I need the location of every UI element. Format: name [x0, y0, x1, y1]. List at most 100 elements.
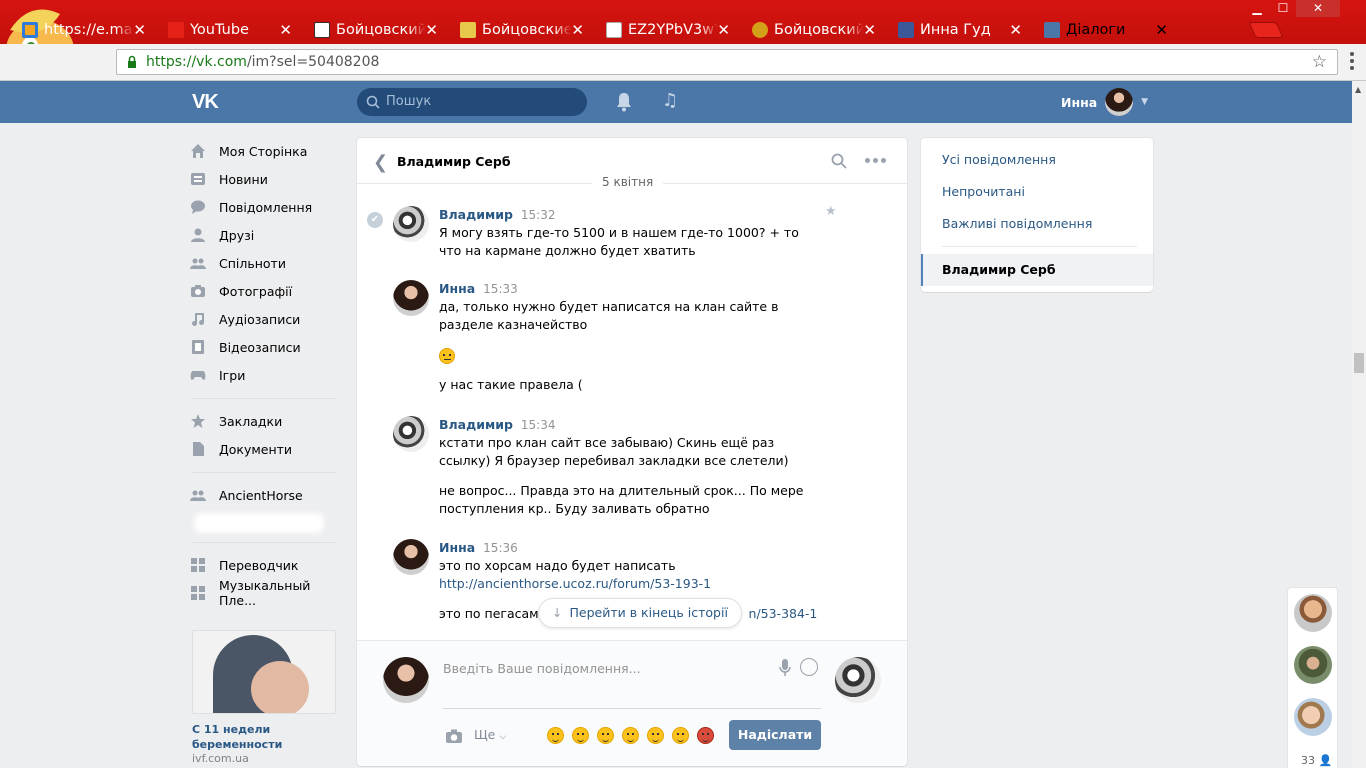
bookmark-star-icon[interactable]: ☆ — [1312, 52, 1327, 72]
avatar[interactable] — [383, 657, 429, 703]
sidebar-item-documents[interactable]: Документи — [190, 435, 340, 463]
read-check-icon[interactable]: ✔ — [367, 212, 383, 228]
star-icon[interactable]: ★ — [825, 204, 837, 219]
close-tab-icon[interactable]: ✕ — [1155, 21, 1168, 39]
send-button[interactable]: Надіслати — [729, 720, 821, 750]
jump-to-end-button[interactable]: ↓ Перейти в кінець історії — [538, 598, 742, 628]
message-author[interactable]: Инна — [439, 540, 475, 555]
friend-avatar[interactable] — [1294, 698, 1332, 736]
more-attachments-button[interactable]: Ще ⌵ — [474, 727, 506, 742]
close-tab-icon[interactable]: ✕ — [863, 21, 876, 39]
filter-all-messages[interactable]: Усі повідомлення — [942, 152, 1056, 167]
tab-youtube[interactable]: YouTube ✕ — [154, 17, 308, 44]
url-text: https://vk.com/im?sel=50408208 — [146, 54, 380, 70]
recipient-avatar[interactable] — [835, 657, 881, 703]
close-tab-icon[interactable]: ✕ — [133, 21, 146, 39]
smiling-face-icon[interactable] — [647, 727, 664, 744]
search-input[interactable]: Пошук — [357, 88, 587, 116]
address-bar[interactable]: https://vk.com/im?sel=50408208 ☆ — [116, 49, 1338, 75]
sidebar-item-photos[interactable]: Фотографії — [190, 277, 340, 305]
tab-fight-club-3[interactable]: Бойцовский клуб✕ — [738, 17, 892, 44]
chat-panel: ❮ Владимир Серб 5 квітня ✔ Владимир 15:32… — [357, 138, 907, 766]
search-icon[interactable] — [831, 153, 847, 169]
sidebar-item-translator[interactable]: Переводчик — [190, 551, 340, 579]
scroll-up-arrow-icon[interactable]: ▲ — [1355, 85, 1361, 94]
message-history: ✔ Владимир 15:32 Я могу взять где-то 5100… — [357, 196, 907, 640]
filter-important[interactable]: Важливі повідомлення — [942, 216, 1092, 231]
emoji-picker-icon[interactable] — [800, 658, 818, 676]
notifications-bell-icon[interactable] — [615, 92, 633, 112]
tab-fight-club-2[interactable]: Бойцовские ✕ — [446, 17, 600, 44]
tab-fight-club-1[interactable]: Бойцовский клуб✕ — [300, 17, 454, 44]
avatar[interactable] — [393, 280, 429, 316]
message-input[interactable]: Введіть Ваше повідомлення... — [443, 655, 821, 709]
maximize-button[interactable]: ☐ — [1270, 0, 1296, 17]
music-player-icon[interactable]: ♫ — [662, 90, 678, 111]
avatar[interactable] — [393, 539, 429, 575]
sidebar-item-friends[interactable]: Друзі — [190, 221, 340, 249]
microphone-icon[interactable] — [779, 659, 791, 677]
tab-dialogs[interactable]: Діалоги ✕ — [1030, 17, 1184, 44]
sidebar-item-ancienthorse[interactable]: AncientHorse — [190, 481, 340, 509]
more-options-icon[interactable] — [865, 158, 886, 163]
avatar[interactable] — [393, 416, 429, 452]
minimize-button[interactable]: ▁ — [1244, 0, 1270, 17]
messages-icon — [190, 199, 206, 215]
close-tab-icon[interactable]: ✕ — [717, 21, 730, 39]
camera-icon[interactable] — [445, 728, 463, 744]
scrollbar-thumb[interactable] — [1354, 353, 1364, 373]
tab-facebook[interactable]: Инна Гуд ✕ — [884, 17, 1038, 44]
message-link[interactable]: http://ancienthorse.ucoz.ru/forum/53-193… — [439, 576, 711, 591]
close-tab-icon[interactable]: ✕ — [571, 21, 584, 39]
message-author[interactable]: Инна — [439, 281, 475, 296]
devil-face-icon[interactable] — [697, 727, 714, 744]
blushing-face-icon[interactable] — [572, 727, 589, 744]
sidebar-item-messages[interactable]: Повідомлення — [190, 193, 340, 221]
page-scrollbar[interactable]: ▲ — [1352, 81, 1366, 768]
thumbs-up-icon[interactable] — [597, 727, 614, 744]
close-tab-icon[interactable]: ✕ — [425, 21, 438, 39]
laughing-tears-icon[interactable] — [622, 727, 639, 744]
selected-dialog[interactable]: Владимир Серб — [921, 254, 1153, 286]
sidebar-item-bookmarks[interactable]: Закладки — [190, 407, 340, 435]
sidebar-item-games[interactable]: Ігри — [190, 361, 340, 389]
sidebar-item-my-page[interactable]: Моя Сторінка — [190, 137, 340, 165]
avatar[interactable] — [393, 206, 429, 242]
new-tab-button[interactable] — [1248, 22, 1284, 38]
sidebar-item-music-player[interactable]: Музыкальный Пле... — [190, 578, 340, 608]
filter-unread[interactable]: Непрочитані — [942, 184, 1025, 199]
chevron-down-icon: ⌵ — [499, 732, 507, 742]
tab-document[interactable]: EZ2YPbV3wYY✕ — [592, 17, 746, 44]
user-menu[interactable]: Инна ▼ — [1061, 88, 1148, 116]
message-link[interactable]: n/53-384-1 — [749, 606, 818, 621]
close-tab-icon[interactable]: ✕ — [279, 21, 292, 39]
chat-title[interactable]: Владимир Серб — [397, 154, 511, 169]
friend-avatar[interactable] — [1294, 646, 1332, 684]
message-text: у нас такие правела ( — [439, 377, 583, 392]
close-tab-icon[interactable]: ✕ — [1009, 21, 1022, 39]
message-author[interactable]: Владимир — [439, 417, 513, 432]
friend-avatar[interactable] — [1294, 594, 1332, 632]
friend-icon — [190, 227, 206, 243]
ad-title[interactable]: С 11 недели беременности — [192, 722, 338, 752]
confused-face-icon[interactable] — [547, 727, 564, 744]
sidebar-item-audio[interactable]: Аудіозаписи — [190, 305, 340, 333]
apps-icon — [190, 585, 206, 601]
online-count[interactable]: 33 👤 — [1301, 754, 1332, 767]
back-arrow-icon[interactable]: ❮ — [373, 152, 388, 173]
sidebar-item-video[interactable]: Відеозаписи — [190, 333, 340, 361]
grinning-face-icon[interactable] — [672, 727, 689, 744]
chevron-down-icon: ▼ — [1141, 97, 1149, 107]
confused-face-icon — [439, 347, 455, 364]
close-window-button[interactable]: ✕ — [1296, 0, 1340, 17]
browser-menu-icon[interactable] — [1350, 52, 1354, 73]
browser-window: https://e.mail.ru✕ YouTube✕ Бойцовский к… — [0, 0, 1366, 81]
ad-image — [192, 630, 336, 714]
vk-logo[interactable]: VK — [192, 91, 219, 114]
sidebar-item-groups[interactable]: Спільноти — [190, 249, 340, 277]
sidebar-item-news[interactable]: Новини — [190, 165, 340, 193]
vk-messages-icon — [1044, 22, 1060, 38]
tab-mail[interactable]: https://e.mail.ru✕ — [8, 17, 162, 44]
message-author[interactable]: Владимир — [439, 207, 513, 222]
ad-block[interactable]: С 11 недели беременности ivf.com.ua — [192, 630, 338, 765]
